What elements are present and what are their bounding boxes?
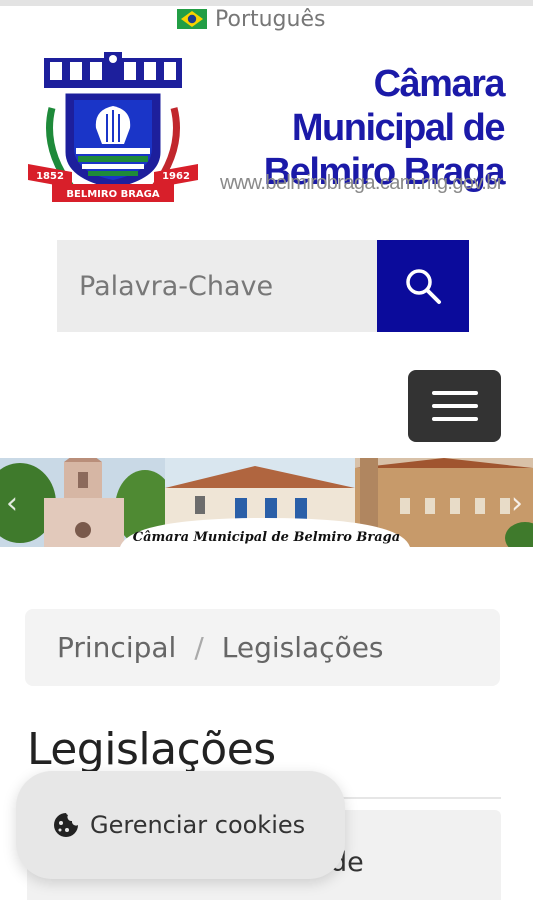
search-icon: [406, 269, 441, 304]
language-label: Português: [215, 6, 326, 32]
hamburger-line: [431, 404, 478, 408]
hamburger-line: [431, 391, 478, 395]
search-form: [57, 240, 469, 332]
page-title: Legislações: [27, 724, 276, 775]
language-selector[interactable]: Português: [177, 6, 325, 32]
brazil-flag-icon: [177, 9, 207, 29]
logo-url: www.belmirobraga.cam.mg.gov.br: [220, 172, 503, 194]
breadcrumb-separator: /: [194, 631, 204, 664]
header-banner: Câmara Municipal de Belmiro Braga ‹ ›: [0, 458, 533, 547]
hamburger-line: [431, 417, 478, 421]
logo-title-line1: Câmara Municipal de: [291, 63, 506, 149]
cookie-icon: [54, 813, 78, 837]
banner-caption: Câmara Municipal de Belmiro Braga: [132, 530, 401, 545]
menu-toggle-button[interactable]: [408, 370, 501, 442]
manage-cookies-button[interactable]: Gerenciar cookies: [16, 771, 345, 879]
coat-of-arms-icon: 1852 1962 BELMIRO BRAGA: [28, 52, 198, 202]
breadcrumb-current: Legislações: [221, 631, 384, 664]
crest-left-year: 1852: [36, 171, 64, 182]
site-logo[interactable]: 1852 1962 BELMIRO BRAGA Câmara Municipal…: [24, 48, 506, 213]
crest-ribbon-text: BELMIRO BRAGA: [66, 189, 159, 200]
chevron-right-icon[interactable]: ›: [511, 486, 523, 521]
chevron-left-icon[interactable]: ‹: [6, 486, 18, 521]
search-input[interactable]: [57, 240, 377, 332]
crest-right-year: 1962: [162, 171, 190, 182]
search-button[interactable]: [377, 240, 469, 332]
manage-cookies-label: Gerenciar cookies: [90, 811, 306, 839]
breadcrumb-link-principal[interactable]: Principal: [57, 631, 176, 664]
breadcrumb: Principal / Legislações: [25, 609, 500, 686]
